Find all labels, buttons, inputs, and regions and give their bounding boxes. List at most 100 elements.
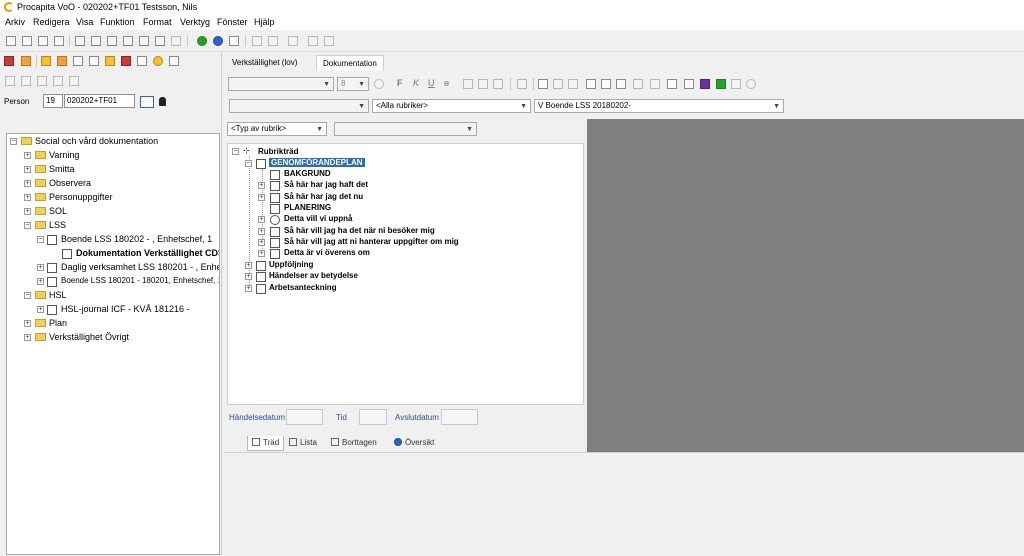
- save-icon[interactable]: [38, 36, 48, 46]
- approve-icon[interactable]: [746, 79, 756, 89]
- rubrik-hanterar-uppgifter[interactable]: Så här vill jag att ni hanterar uppgifte…: [284, 237, 459, 246]
- rubrik-filter-select[interactable]: <Alla rubriker> ▼: [372, 99, 531, 113]
- expand-icon[interactable]: +: [24, 152, 31, 159]
- copy-window-icon[interactable]: [601, 79, 611, 89]
- menu-format[interactable]: Format: [143, 17, 172, 27]
- expand-icon[interactable]: +: [24, 180, 31, 187]
- hierarchy-icon[interactable]: [616, 79, 626, 89]
- add-entry-icon[interactable]: [716, 79, 726, 89]
- export-icon[interactable]: [586, 79, 596, 89]
- tree-item-boende-lss-180201[interactable]: Boende LSS 180201 - 180201, Enhetschef, …: [61, 276, 219, 285]
- tree-item-plan[interactable]: Plan: [49, 318, 67, 328]
- paste-icon[interactable]: [155, 36, 165, 46]
- chart-icon[interactable]: [169, 56, 179, 66]
- print-preview-icon[interactable]: [75, 36, 85, 46]
- color-icon[interactable]: [374, 79, 384, 89]
- spell-check-icon[interactable]: [553, 79, 563, 89]
- person-group-icon[interactable]: [650, 79, 660, 89]
- rubrik-besoker-mig[interactable]: Så här vill jag ha det när ni besöker mi…: [284, 226, 435, 235]
- nav-next-icon[interactable]: [53, 76, 63, 86]
- rubrik-handelser-av-betydelse[interactable]: Händelser av betydelse: [269, 271, 358, 280]
- time-field[interactable]: [359, 409, 387, 425]
- menu-verktyg[interactable]: Verktyg: [180, 17, 210, 27]
- print-icon[interactable]: [91, 36, 101, 46]
- menu-hjalp[interactable]: Hjälp: [254, 17, 275, 27]
- play-icon[interactable]: [700, 79, 710, 89]
- new-document-icon[interactable]: [6, 36, 16, 46]
- tree-item-lss[interactable]: LSS: [49, 220, 66, 230]
- clear-format-icon[interactable]: [568, 79, 578, 89]
- expand-icon[interactable]: +: [24, 320, 31, 327]
- close-record-icon[interactable]: [4, 56, 14, 66]
- expand-icon[interactable]: +: [245, 273, 252, 280]
- tree-root-label[interactable]: Social och vård dokumentation: [35, 136, 158, 146]
- underline-icon[interactable]: U: [428, 78, 435, 88]
- collapse-icon[interactable]: −: [245, 160, 252, 167]
- rubrik-uppfoljning[interactable]: Uppföljning: [269, 260, 313, 269]
- expand-icon[interactable]: +: [245, 262, 252, 269]
- expand-icon[interactable]: +: [258, 228, 265, 235]
- tree-item-dokumentation-verkstallighet[interactable]: Dokumentation Verkställighet CDS 1: [76, 248, 219, 258]
- tab-lista[interactable]: Lista: [285, 436, 321, 451]
- nav-last-icon[interactable]: [69, 76, 79, 86]
- tab-oversikt[interactable]: Översikt: [390, 436, 438, 451]
- menu-funktion[interactable]: Funktion: [100, 17, 135, 27]
- tree-item-observera[interactable]: Observera: [49, 178, 91, 188]
- document-editor-area[interactable]: [587, 119, 1024, 452]
- event-date-field[interactable]: [286, 409, 323, 425]
- tree-item-hsl[interactable]: HSL: [49, 290, 67, 300]
- font-size-select[interactable]: 8 ▼: [337, 77, 369, 91]
- nav-previous-icon[interactable]: [21, 76, 31, 86]
- collapse-icon[interactable]: −: [24, 222, 31, 229]
- info-icon[interactable]: [197, 36, 207, 46]
- align-right-icon[interactable]: [493, 79, 503, 89]
- cut-icon[interactable]: [123, 36, 133, 46]
- expand-icon[interactable]: +: [37, 306, 44, 313]
- expand-icon[interactable]: +: [24, 334, 31, 341]
- tree-item-boende-lss-180202[interactable]: Boende LSS 180202 - , Enhetschef, 1: [61, 234, 212, 244]
- menu-visa[interactable]: Visa: [76, 17, 93, 27]
- expand-icon[interactable]: +: [24, 208, 31, 215]
- next-record-icon[interactable]: [308, 36, 318, 46]
- sort-icon[interactable]: [21, 56, 31, 66]
- help-icon[interactable]: [213, 36, 223, 46]
- rubrik-tree-root[interactable]: Rubrikträd: [258, 147, 298, 156]
- align-left-icon[interactable]: [463, 79, 473, 89]
- last-record-icon[interactable]: [324, 36, 334, 46]
- current-record-icon[interactable]: [288, 36, 298, 46]
- boende-select[interactable]: V Boende LSS 20180202- ▼: [534, 99, 784, 113]
- checkbox-icon[interactable]: [121, 56, 131, 66]
- delete-icon[interactable]: [54, 36, 64, 46]
- expand-icon[interactable]: +: [37, 278, 44, 285]
- expand-icon[interactable]: +: [24, 166, 31, 173]
- copy-icon[interactable]: [139, 36, 149, 46]
- tab-borttagen[interactable]: Borttagen: [327, 436, 381, 451]
- tab-dokumentation[interactable]: Dokumentation: [316, 55, 384, 71]
- expand-icon[interactable]: +: [258, 250, 265, 257]
- rubrik-genomforandeplan[interactable]: GENOMFÖRANDEPLAN: [269, 158, 365, 167]
- binoculars-icon[interactable]: [538, 79, 548, 89]
- expand-icon[interactable]: +: [24, 194, 31, 201]
- expand-icon[interactable]: +: [258, 216, 265, 223]
- menu-redigera[interactable]: Redigera: [33, 17, 70, 27]
- tree-item-daglig-verksamhet[interactable]: Daglig verksamhet LSS 180201 - , Enhe: [61, 262, 219, 272]
- settings-icon[interactable]: [667, 79, 677, 89]
- expand-icon[interactable]: +: [37, 264, 44, 271]
- font-name-select[interactable]: ▼: [228, 77, 334, 91]
- rubrik-sa-har-har-jag-haft-det[interactable]: Så här har jag haft det: [284, 180, 368, 189]
- rubrik-sa-har-har-jag-det-nu[interactable]: Så här har jag det nu: [284, 192, 363, 201]
- end-date-field[interactable]: [441, 409, 478, 425]
- favorite-star-icon[interactable]: [41, 56, 51, 66]
- previous-record-icon[interactable]: [268, 36, 278, 46]
- rubrik-detta-vill-vi-uppna[interactable]: Detta vill vi uppnå: [284, 214, 352, 223]
- open-folder-icon[interactable]: [22, 36, 32, 46]
- nav-current-icon[interactable]: [37, 76, 47, 86]
- bold-icon[interactable]: F: [397, 78, 403, 88]
- checklist-icon[interactable]: [684, 79, 694, 89]
- italic-icon[interactable]: K: [413, 78, 419, 88]
- person-id-field[interactable]: 020202+TF01: [64, 94, 135, 108]
- undo-icon[interactable]: [171, 36, 181, 46]
- tree-item-hsl-journal[interactable]: HSL-journal ICF - KVÅ 181216 -: [61, 304, 190, 314]
- expand-icon[interactable]: +: [245, 285, 252, 292]
- expand-icon[interactable]: +: [258, 182, 265, 189]
